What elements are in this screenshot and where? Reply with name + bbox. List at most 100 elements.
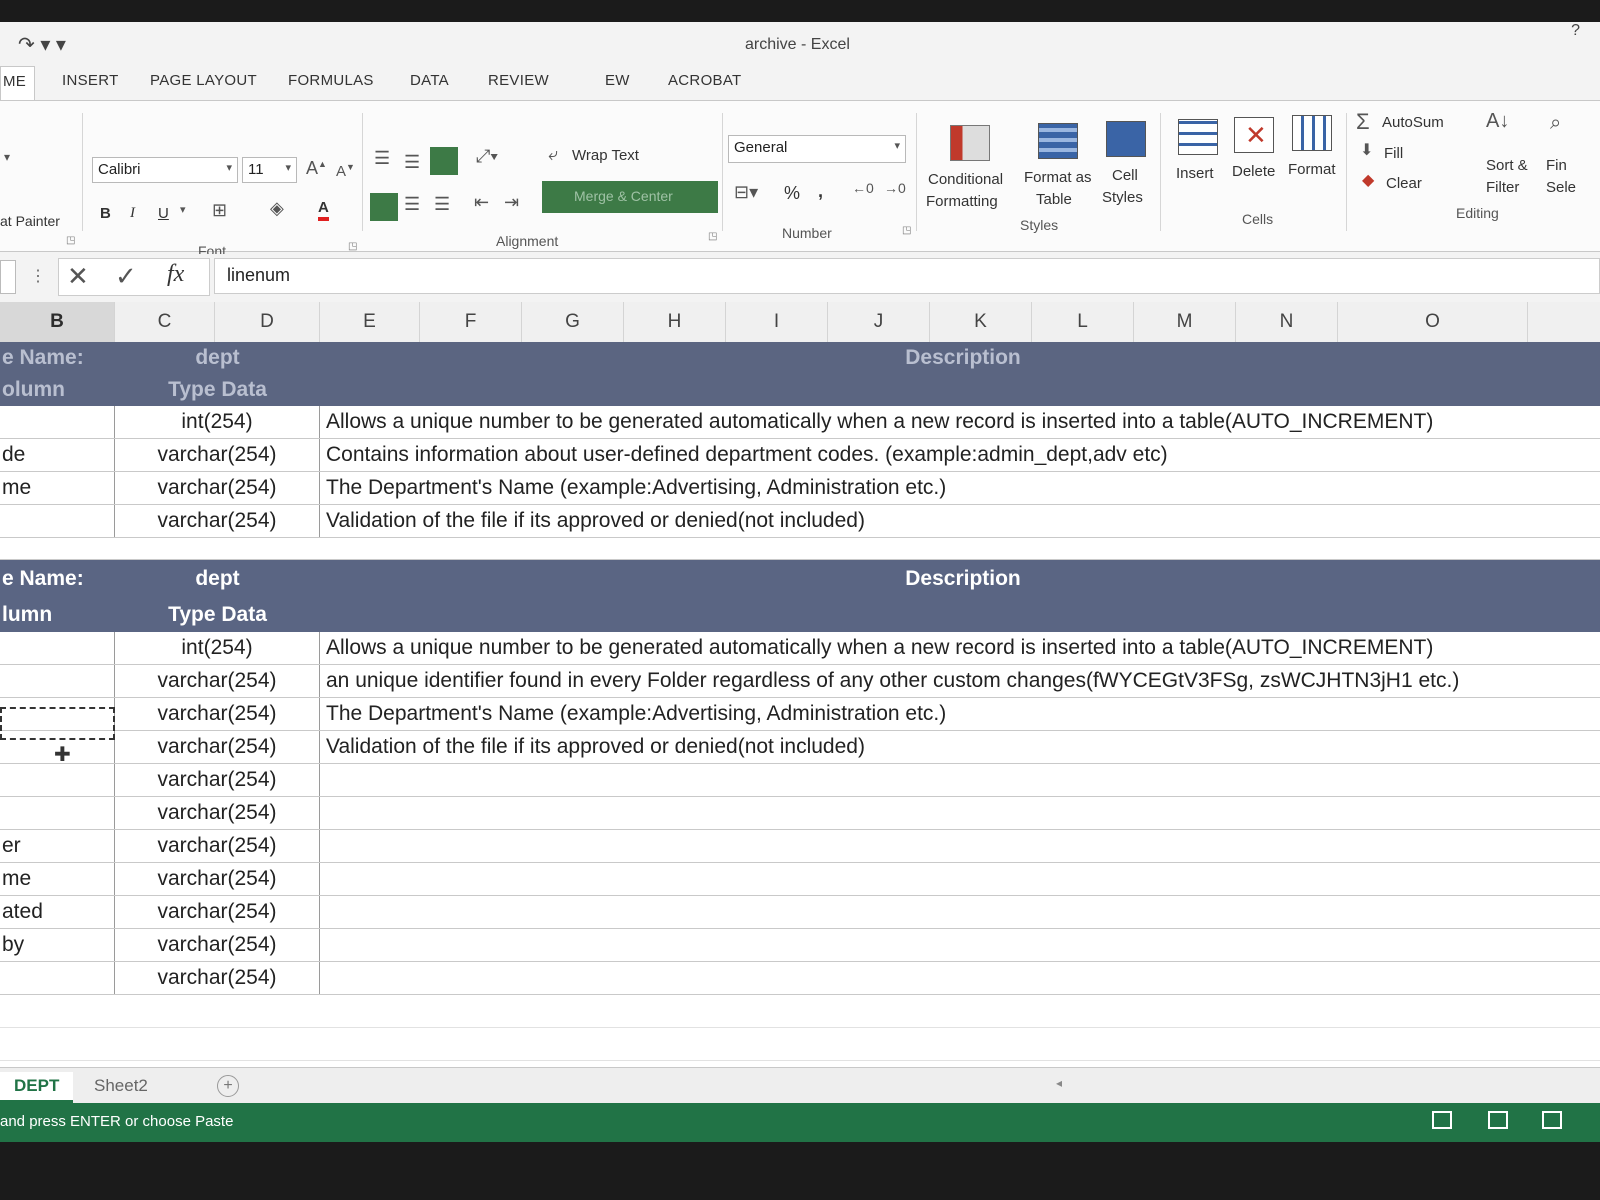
format-as-table-label-1[interactable]: Format as — [1024, 169, 1092, 186]
type-cell[interactable]: varchar(254) — [115, 472, 320, 504]
type-cell[interactable]: varchar(254) — [115, 962, 320, 994]
column-label[interactable]: lumn — [0, 598, 115, 632]
tab-home[interactable]: ME — [0, 66, 36, 100]
field-name-cell[interactable] — [0, 797, 115, 829]
type-cell[interactable]: int(254) — [115, 406, 320, 438]
tab-insert[interactable]: INSERT — [62, 72, 119, 89]
increase-font-icon[interactable]: A▲ — [306, 159, 327, 177]
redo-icon[interactable]: ↷ ▾ ▾ — [18, 32, 66, 57]
empty-cell[interactable] — [320, 374, 1600, 406]
table-name-label[interactable]: e Name: — [0, 560, 115, 598]
autosum-icon[interactable]: Σ — [1356, 111, 1370, 133]
help-button[interactable]: ? — [1571, 22, 1580, 40]
column-label[interactable]: olumn — [0, 374, 115, 406]
description-cell[interactable]: The Department's Name (example:Advertisi… — [320, 698, 1600, 730]
decrease-font-icon[interactable]: A▼ — [336, 163, 355, 180]
orientation-icon[interactable]: ⤢▾ — [476, 147, 498, 165]
add-sheet-icon[interactable]: + — [217, 1075, 239, 1097]
type-cell[interactable]: varchar(254) — [115, 731, 320, 763]
column-header-j[interactable]: J — [828, 302, 930, 342]
paste-dropdown-icon[interactable]: ▾ — [4, 151, 10, 163]
conditional-formatting-label-1[interactable]: Conditional — [928, 171, 1003, 188]
find-select-icon[interactable]: ⌕ — [1550, 113, 1561, 133]
insert-cells-button[interactable]: Insert — [1176, 165, 1214, 182]
name-box[interactable] — [0, 260, 16, 294]
font-size-select[interactable]: 11 ▾ — [242, 157, 297, 183]
field-name-cell[interactable] — [0, 406, 115, 438]
column-header-n[interactable]: N — [1236, 302, 1338, 342]
conditional-formatting-label-2[interactable]: Formatting — [926, 193, 998, 210]
formula-bar-handle-icon[interactable]: ⋮ — [30, 266, 46, 286]
format-as-table-label-2[interactable]: Table — [1036, 191, 1072, 208]
description-cell[interactable] — [320, 764, 1600, 796]
description-header[interactable]: Description — [320, 560, 1600, 598]
column-header-b[interactable]: B — [0, 302, 115, 342]
field-name-cell[interactable]: me — [0, 863, 115, 895]
merge-center-button[interactable]: Merge & Center — [542, 181, 718, 213]
type-data-header[interactable]: Type Data — [115, 374, 320, 406]
type-cell[interactable]: varchar(254) — [115, 505, 320, 537]
fill-color-icon[interactable]: ◈ — [270, 199, 284, 217]
increase-decimal-icon[interactable]: ←0 — [852, 181, 874, 195]
delete-cells-icon[interactable]: ✕ — [1234, 117, 1274, 153]
normal-view-icon[interactable] — [1432, 1111, 1452, 1129]
field-name-cell[interactable]: me — [0, 472, 115, 504]
cell-styles-label-1[interactable]: Cell — [1112, 167, 1138, 184]
insert-cells-icon[interactable] — [1178, 119, 1218, 155]
align-middle-icon[interactable]: ☰ — [404, 153, 420, 171]
type-cell[interactable]: varchar(254) — [115, 797, 320, 829]
find-select-label-1[interactable]: Fin — [1546, 157, 1567, 174]
sheet-tab-dept[interactable]: DEPT — [0, 1072, 74, 1103]
italic-button[interactable]: I — [130, 205, 135, 222]
format-cells-icon[interactable] — [1292, 115, 1332, 151]
scroll-left-icon[interactable]: ◂ — [1056, 1076, 1062, 1090]
clear-button[interactable]: Clear — [1386, 175, 1422, 192]
column-header-d[interactable]: D — [215, 302, 320, 342]
tab-view[interactable]: EW — [605, 72, 630, 89]
percent-button[interactable]: % — [784, 183, 800, 204]
field-name-cell[interactable]: by — [0, 929, 115, 961]
type-cell[interactable]: varchar(254) — [115, 863, 320, 895]
sort-filter-icon[interactable]: A↓ — [1486, 111, 1509, 131]
tab-page-layout[interactable]: PAGE LAYOUT — [150, 72, 257, 89]
increase-indent-icon[interactable]: ⇥ — [504, 193, 519, 211]
underline-button[interactable]: U — [158, 205, 169, 222]
wrap-text-button[interactable]: Wrap Text — [572, 147, 639, 164]
insert-function-button[interactable]: fx — [167, 261, 184, 288]
column-header-o[interactable]: O — [1338, 302, 1528, 342]
type-cell[interactable]: varchar(254) — [115, 830, 320, 862]
table-name-value[interactable]: dept — [115, 342, 320, 374]
underline-dropdown-icon[interactable]: ▾ — [180, 205, 186, 216]
description-cell[interactable]: Allows a unique number to be generated a… — [320, 406, 1600, 438]
description-cell[interactable] — [320, 863, 1600, 895]
column-header-f[interactable]: F — [420, 302, 522, 342]
column-header-e[interactable]: E — [320, 302, 420, 342]
description-cell[interactable]: Validation of the file if its approved o… — [320, 505, 1600, 537]
tab-formulas[interactable]: FORMULAS — [288, 72, 374, 89]
description-cell[interactable] — [320, 896, 1600, 928]
font-name-select[interactable]: Calibri ▾ — [92, 157, 238, 183]
description-cell[interactable] — [320, 830, 1600, 862]
field-name-cell[interactable]: ated — [0, 896, 115, 928]
tab-acrobat[interactable]: ACROBAT — [668, 72, 742, 89]
table-name-value[interactable]: dept — [115, 560, 320, 598]
table-name-label[interactable]: e Name: — [0, 342, 115, 374]
field-name-cell[interactable]: er — [0, 830, 115, 862]
column-header-m[interactable]: M — [1134, 302, 1236, 342]
cell-styles-icon[interactable] — [1106, 121, 1146, 157]
empty-row[interactable] — [0, 995, 1600, 1028]
type-cell[interactable]: varchar(254) — [115, 896, 320, 928]
type-cell[interactable]: varchar(254) — [115, 764, 320, 796]
eraser-icon[interactable]: ◆ — [1362, 173, 1374, 189]
delete-cells-button[interactable]: Delete — [1232, 163, 1275, 180]
cancel-entry-icon[interactable]: ✕ — [67, 261, 89, 292]
find-select-label-2[interactable]: Sele — [1546, 179, 1576, 196]
type-cell[interactable]: varchar(254) — [115, 698, 320, 730]
clipboard-launcher-icon[interactable]: ◳ — [66, 235, 75, 246]
field-name-cell[interactable] — [0, 764, 115, 796]
column-header-g[interactable]: G — [522, 302, 624, 342]
sheet-tab-sheet2[interactable]: Sheet2 — [80, 1072, 162, 1100]
column-header-k[interactable]: K — [930, 302, 1032, 342]
align-right-icon[interactable]: ☰ — [434, 195, 450, 213]
align-bottom-icon[interactable] — [430, 147, 458, 175]
